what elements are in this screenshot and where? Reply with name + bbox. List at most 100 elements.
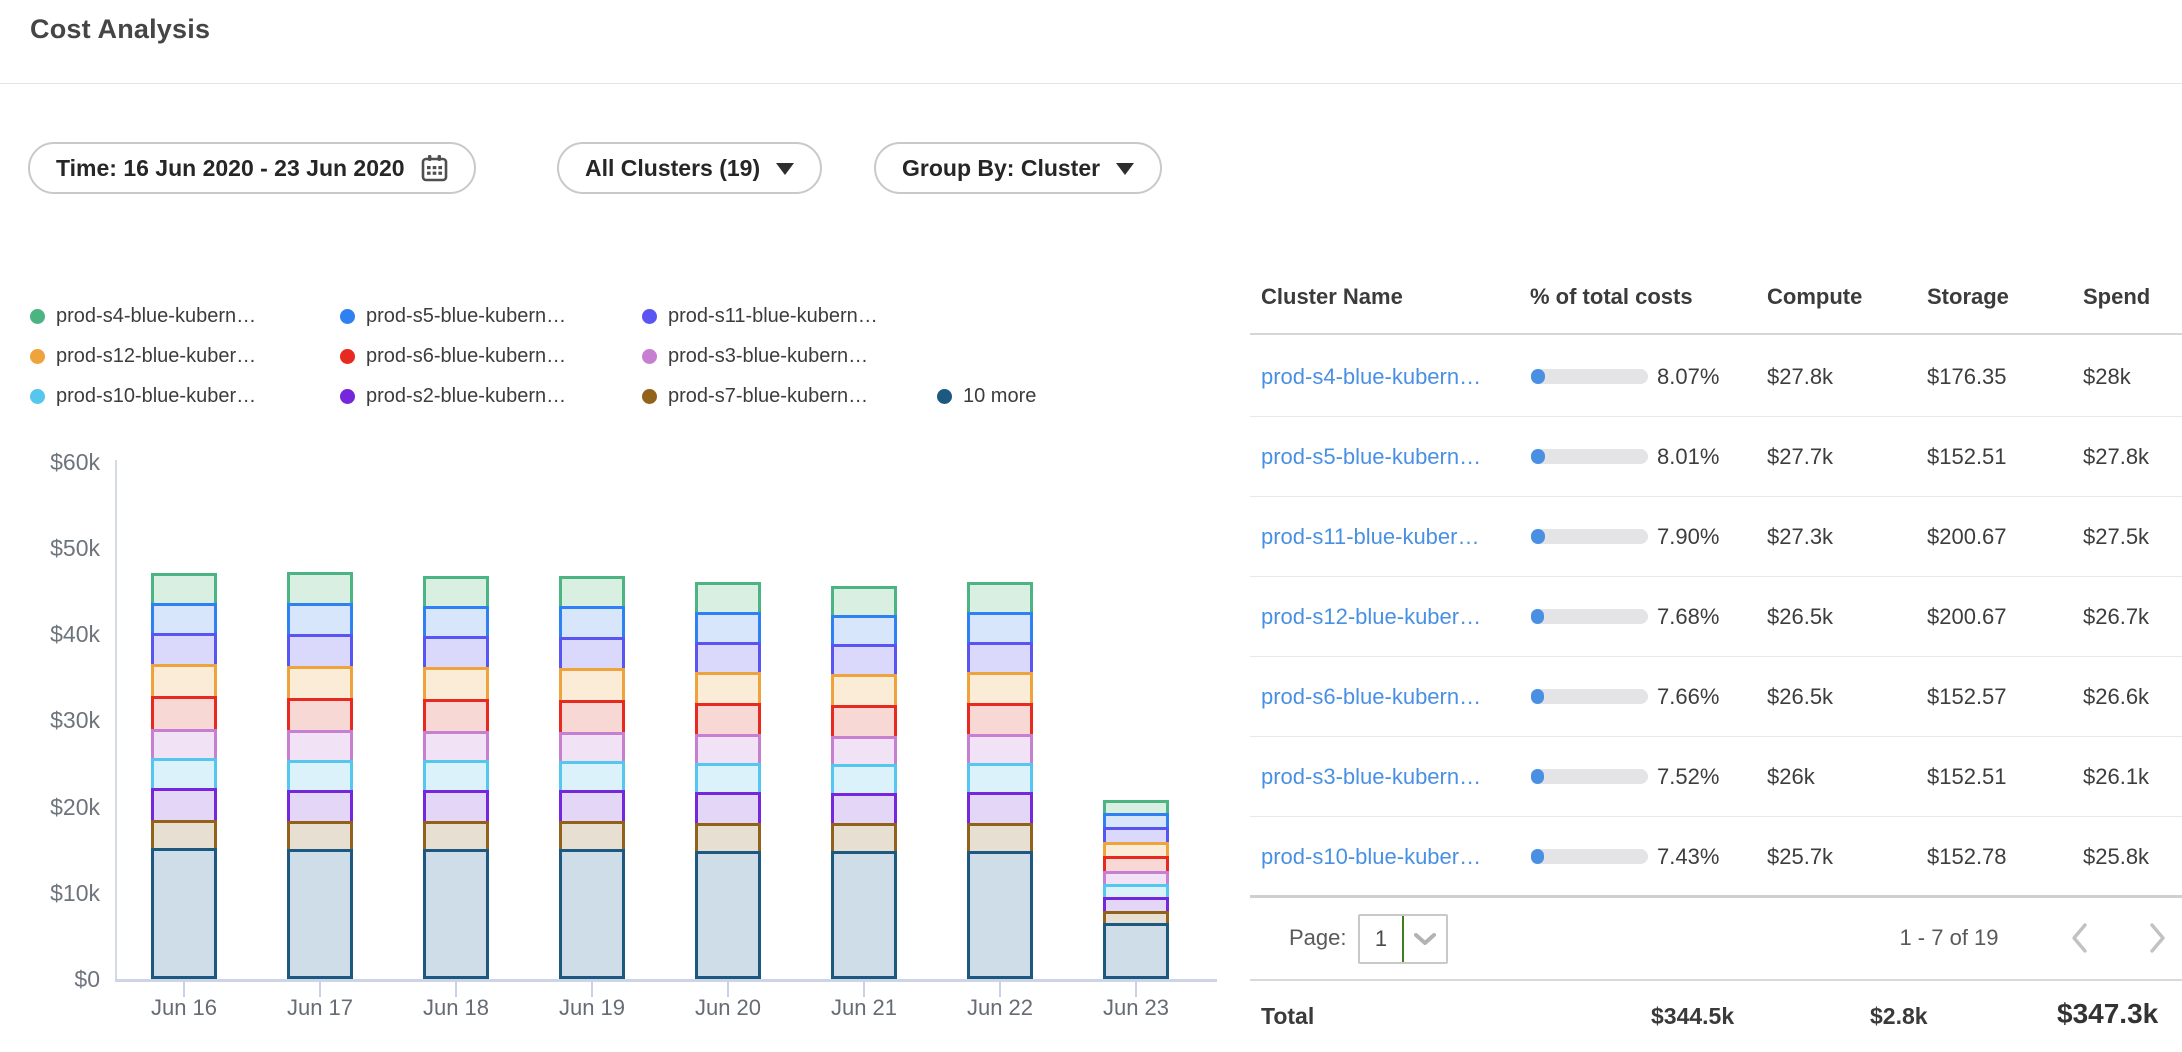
cluster-name-link[interactable]: prod-s10-blue-kuber… xyxy=(1261,844,1516,870)
bar-segment[interactable] xyxy=(695,612,761,642)
bar-segment[interactable] xyxy=(287,730,353,760)
compute-cost: $27.8k xyxy=(1767,364,1833,390)
bar-segment[interactable] xyxy=(559,576,625,606)
bar-segment[interactable] xyxy=(1103,871,1169,884)
bar-segment[interactable] xyxy=(831,736,897,764)
cluster-name-link[interactable]: prod-s6-blue-kubern… xyxy=(1261,684,1516,710)
bar-segment[interactable] xyxy=(1103,842,1169,856)
bar-segment[interactable] xyxy=(423,760,489,790)
bar-segment[interactable] xyxy=(695,851,761,979)
bar-segment[interactable] xyxy=(151,573,217,603)
col-header-compute[interactable]: Compute xyxy=(1767,284,1862,310)
col-header-pct-total-costs[interactable]: % of total costs xyxy=(1530,284,1693,310)
bar-segment[interactable] xyxy=(151,729,217,758)
bar-segment[interactable] xyxy=(1103,923,1169,979)
bar-segment[interactable] xyxy=(423,849,489,979)
bar-segment[interactable] xyxy=(151,696,217,729)
bar-segment[interactable] xyxy=(967,672,1033,703)
bar-segment[interactable] xyxy=(831,674,897,705)
previous-page-button[interactable] xyxy=(2062,919,2096,957)
bar-segment[interactable] xyxy=(1103,856,1169,871)
bar-segment[interactable] xyxy=(151,603,217,633)
cluster-name-link[interactable]: prod-s11-blue-kuber… xyxy=(1261,524,1516,550)
stacked-bar-jun-17 xyxy=(287,572,353,979)
bar-segment[interactable] xyxy=(967,734,1033,763)
bar-segment[interactable] xyxy=(559,790,625,821)
bar-segment[interactable] xyxy=(423,667,489,699)
bar-segment[interactable] xyxy=(1103,827,1169,842)
bar-segment[interactable] xyxy=(967,703,1033,734)
bar-segment[interactable] xyxy=(287,790,353,821)
bar-segment[interactable] xyxy=(287,760,353,790)
bar-segment[interactable] xyxy=(559,732,625,761)
bar-segment[interactable] xyxy=(1103,911,1169,923)
cluster-name-link[interactable]: prod-s3-blue-kubern… xyxy=(1261,764,1516,790)
compute-cost: $26k xyxy=(1767,764,1815,790)
col-header-spend[interactable]: Spend xyxy=(2083,284,2150,310)
bar-segment[interactable] xyxy=(967,792,1033,823)
bar-segment[interactable] xyxy=(695,763,761,792)
bar-segment[interactable] xyxy=(695,734,761,763)
bar-segment[interactable] xyxy=(287,572,353,603)
bar-segment[interactable] xyxy=(287,849,353,979)
bar-segment[interactable] xyxy=(831,793,897,823)
total-spend-value: $347.3k xyxy=(2057,998,2158,1030)
bar-segment[interactable] xyxy=(423,699,489,731)
next-page-button[interactable] xyxy=(2140,919,2174,957)
bar-segment[interactable] xyxy=(559,606,625,637)
bar-segment[interactable] xyxy=(831,586,897,615)
bar-segment[interactable] xyxy=(559,849,625,979)
bar-segment[interactable] xyxy=(967,612,1033,642)
bar-segment[interactable] xyxy=(559,668,625,700)
bar-segment[interactable] xyxy=(695,642,761,672)
bar-segment[interactable] xyxy=(559,700,625,732)
bar-segment[interactable] xyxy=(695,823,761,851)
bar-segment[interactable] xyxy=(423,636,489,667)
bar-segment[interactable] xyxy=(287,634,353,666)
bar-segment[interactable] xyxy=(695,703,761,734)
bar-segment[interactable] xyxy=(151,848,217,979)
bar-segment[interactable] xyxy=(151,788,217,820)
bar-segment[interactable] xyxy=(695,792,761,823)
bar-segment[interactable] xyxy=(831,705,897,736)
bar-segment[interactable] xyxy=(559,761,625,790)
col-header-cluster-name[interactable]: Cluster Name xyxy=(1261,284,1403,310)
bar-segment[interactable] xyxy=(287,821,353,849)
bar-segment[interactable] xyxy=(287,603,353,634)
bar-segment[interactable] xyxy=(831,851,897,979)
bar-segment[interactable] xyxy=(1103,813,1169,827)
bar-segment[interactable] xyxy=(967,642,1033,672)
bar-segment[interactable] xyxy=(559,821,625,849)
bar-segment[interactable] xyxy=(967,763,1033,792)
x-axis-tick-label: Jun 23 xyxy=(1076,995,1196,1021)
bar-segment[interactable] xyxy=(423,821,489,849)
bar-segment[interactable] xyxy=(423,606,489,636)
bar-segment[interactable] xyxy=(831,764,897,793)
bar-segment[interactable] xyxy=(151,664,217,696)
bar-segment[interactable] xyxy=(695,672,761,703)
bar-segment[interactable] xyxy=(423,576,489,606)
bar-segment[interactable] xyxy=(559,637,625,668)
bar-segment[interactable] xyxy=(1103,800,1169,813)
bar-segment[interactable] xyxy=(1103,897,1169,911)
bar-segment[interactable] xyxy=(151,758,217,788)
cluster-name-link[interactable]: prod-s12-blue-kuber… xyxy=(1261,604,1516,630)
bar-segment[interactable] xyxy=(967,582,1033,612)
bar-segment[interactable] xyxy=(831,644,897,674)
bar-segment[interactable] xyxy=(831,823,897,851)
col-header-storage[interactable]: Storage xyxy=(1927,284,2009,310)
cluster-name-link[interactable]: prod-s4-blue-kubern… xyxy=(1261,364,1516,390)
bar-segment[interactable] xyxy=(967,823,1033,851)
bar-segment[interactable] xyxy=(151,633,217,664)
bar-segment[interactable] xyxy=(967,851,1033,979)
bar-segment[interactable] xyxy=(831,615,897,644)
cluster-name-link[interactable]: prod-s5-blue-kubern… xyxy=(1261,444,1516,470)
page-number-select[interactable]: 1 xyxy=(1358,914,1448,964)
bar-segment[interactable] xyxy=(423,731,489,760)
bar-segment[interactable] xyxy=(423,790,489,821)
bar-segment[interactable] xyxy=(287,698,353,730)
bar-segment[interactable] xyxy=(695,582,761,612)
bar-segment[interactable] xyxy=(151,820,217,848)
bar-segment[interactable] xyxy=(1103,884,1169,897)
bar-segment[interactable] xyxy=(287,666,353,698)
